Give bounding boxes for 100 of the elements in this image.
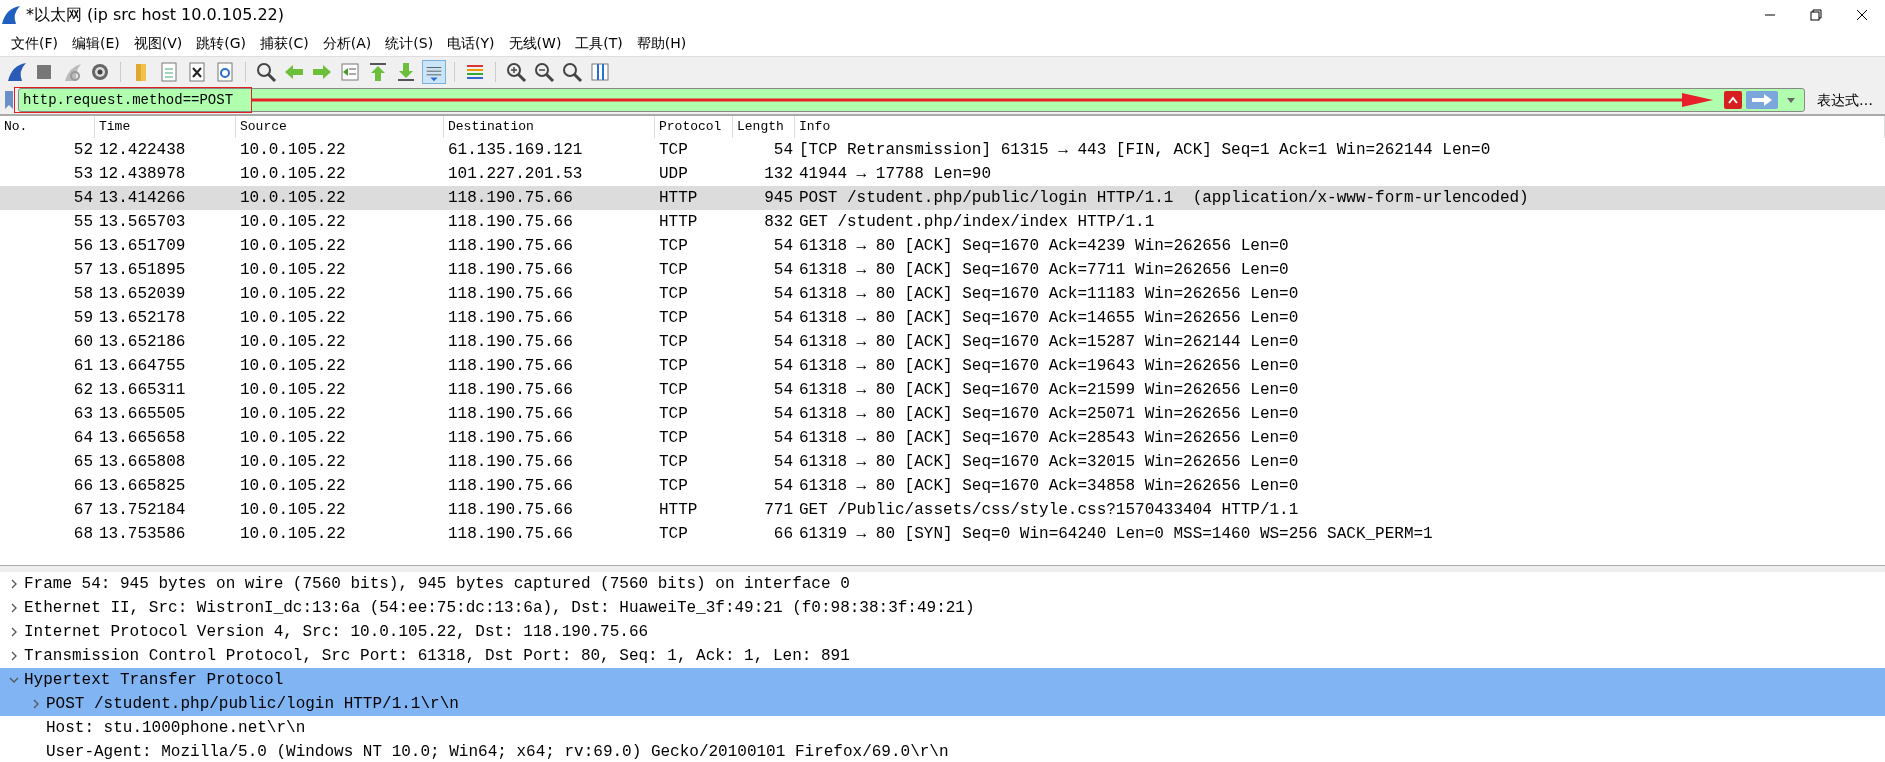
column-header[interactable]: Length	[733, 116, 795, 138]
shark-fin-icon	[0, 4, 22, 26]
packet-row[interactable]: 54 13.414266 10.0.105.22 118.190.75.66 HTTP 945 POST /student.php/public/login HTTP/1.1 (application/x-www-form-urlencoded)	[0, 186, 1885, 210]
table-cell: [TCP Retransmission] 61315 → 443 [FIN, ACK] Seq=1 Ack=1 Win=262144 Len=0	[799, 141, 1491, 159]
column-header[interactable]: Source	[236, 116, 444, 138]
table-cell: 101.227.201.53	[448, 165, 583, 183]
menu-item[interactable]: 统计(S)	[378, 32, 441, 54]
table-cell: TCP	[659, 285, 688, 303]
menu-item[interactable]: 帮助(H)	[629, 32, 694, 54]
packet-row[interactable]: 67 13.752184 10.0.105.22 118.190.75.66 HTTP 771 GET /Public/assets/css/style.css?1570433404 HTTP/1.1	[0, 498, 1885, 522]
tree-row[interactable]: Ethernet II, Src: WistronI_dc:13:6a (54:ee:75:dc:13:6a), Dst: HuaweiTe_3f:49:21 (f0:98:38:3f:49:21)	[0, 596, 1885, 620]
tree-row[interactable]: Transmission Control Protocol, Src Port: 61318, Dst Port: 80, Seq: 1, Ack: 1, Len: 891	[0, 644, 1885, 668]
table-cell: 13.565703	[99, 213, 186, 231]
filter-field[interactable]: http.request.method==POST	[18, 88, 1805, 112]
jump-icon[interactable]	[339, 60, 361, 83]
close-file-icon[interactable]	[186, 60, 208, 83]
table-cell: 54	[773, 405, 793, 423]
expand-icon[interactable]	[9, 651, 19, 661]
packet-row[interactable]: 63 13.665505 10.0.105.22 118.190.75.66 TCP 54 61318 → 80 [ACK] Seq=1670 Ack=25071 Win=262656 Len=0	[0, 402, 1885, 426]
packet-row[interactable]: 59 13.652178 10.0.105.22 118.190.75.66 TCP 54 61318 → 80 [ACK] Seq=1670 Ack=14655 Win=262656 Len=0	[0, 306, 1885, 330]
packet-row[interactable]: 60 13.652186 10.0.105.22 118.190.75.66 TCP 54 61318 → 80 [ACK] Seq=1670 Ack=15287 Win=262144 Len=0	[0, 330, 1885, 354]
expression-button[interactable]: 表达式…	[1809, 89, 1881, 111]
menu-item[interactable]: 分析(A)	[315, 32, 379, 54]
expand-icon[interactable]	[9, 627, 19, 637]
tree-row[interactable]: Hypertext Transfer Protocol	[0, 668, 1885, 692]
tree-label: Ethernet II, Src: WistronI_dc:13:6a (54:ee:75:dc:13:6a), Dst: HuaweiTe_3f:49:21 (f0:98:38:3f:49:21)	[24, 598, 975, 619]
tree-label: Host: stu.1000phone.net\r\n	[46, 718, 306, 739]
column-header[interactable]: No.	[0, 116, 95, 138]
packet-row[interactable]: 58 13.652039 10.0.105.22 118.190.75.66 TCP 54 61318 → 80 [ACK] Seq=1670 Ack=11183 Win=262656 Len=0	[0, 282, 1885, 306]
bookmark-icon[interactable]	[4, 90, 14, 110]
tree-row[interactable]: User-Agent: Mozilla/5.0 (Windows NT 10.0; Win64; x64; rv:69.0) Gecko/20100101 Firefox/69.0\r\n	[0, 740, 1885, 762]
tree-row[interactable]: Host: stu.1000phone.net\r\n	[0, 716, 1885, 740]
shark-fin-icon[interactable]	[5, 60, 27, 83]
close-icon[interactable]	[1855, 8, 1869, 22]
search-icon[interactable]	[255, 60, 277, 83]
packet-row[interactable]: 52 12.422438 10.0.105.22 61.135.169.121 TCP 54 [TCP Retransmission] 61315 → 443 [FIN, ACK] Seq=1 Ack=1 Win=262144 Len=0	[0, 138, 1885, 162]
packet-row[interactable]: 56 13.651709 10.0.105.22 118.190.75.66 TCP 54 61318 → 80 [ACK] Seq=1670 Ack=4239 Win=262656 Len=0	[0, 234, 1885, 258]
column-header[interactable]: Time	[95, 116, 236, 138]
menu-item[interactable]: 捕获(C)	[253, 32, 316, 54]
clear-icon[interactable]	[1724, 91, 1742, 109]
expand-icon[interactable]	[31, 699, 41, 709]
packet-row[interactable]: 68 13.753586 10.0.105.22 118.190.75.66 TCP 66 61319 → 80 [SYN] Seq=0 Win=64240 Len=0 MSS=1460 WS=256 SACK_PERM=1	[0, 522, 1885, 546]
table-cell: HTTP	[659, 213, 698, 231]
packet-row[interactable]: 62 13.665311 10.0.105.22 118.190.75.66 TCP 54 61318 → 80 [ACK] Seq=1670 Ack=21599 Win=262656 Len=0	[0, 378, 1885, 402]
packet-row[interactable]: 55 13.565703 10.0.105.22 118.190.75.66 HTTP 832 GET /student.php/index/index HTTP/1.1	[0, 210, 1885, 234]
table-cell: 54	[773, 453, 793, 471]
table-cell: 62	[73, 381, 93, 399]
menu-item[interactable]: 视图(V)	[126, 32, 190, 54]
table-cell: 61318 → 80 [ACK] Seq=1670 Ack=21599 Win=262656 Len=0	[799, 381, 1299, 399]
table-cell: 10.0.105.22	[240, 285, 346, 303]
expand-icon[interactable]	[9, 579, 19, 589]
tree-row[interactable]: POST /student.php/public/login HTTP/1.1\r\n	[0, 692, 1885, 716]
zoom-out-icon[interactable]	[533, 60, 555, 83]
table-cell: 58	[73, 285, 93, 303]
table-cell: 118.190.75.66	[448, 189, 573, 207]
collapse-icon[interactable]	[9, 675, 19, 685]
arrow-down-icon[interactable]	[395, 60, 417, 83]
table-cell: 54	[773, 381, 793, 399]
menu-item[interactable]: 无线(W)	[501, 32, 569, 54]
tree-row[interactable]: Frame 54: 945 bytes on wire (7560 bits), 945 bytes captured (7560 bits) on interface 0	[0, 572, 1885, 596]
table-cell: HTTP	[659, 189, 698, 207]
table-cell: 10.0.105.22	[240, 453, 346, 471]
table-cell: 118.190.75.66	[448, 261, 573, 279]
table-cell: 118.190.75.66	[448, 477, 573, 495]
table-cell: 10.0.105.22	[240, 501, 346, 519]
packet-row[interactable]: 64 13.665658 10.0.105.22 118.190.75.66 TCP 54 61318 → 80 [ACK] Seq=1670 Ack=28543 Win=262656 Len=0	[0, 426, 1885, 450]
zoom-in-icon[interactable]	[505, 60, 527, 83]
tree-label: POST /student.php/public/login HTTP/1.1\r\n	[46, 694, 459, 715]
table-cell: 10.0.105.22	[240, 405, 346, 423]
column-header[interactable]: Info	[795, 116, 1885, 138]
packet-row[interactable]: 61 13.664755 10.0.105.22 118.190.75.66 TCP 54 61318 → 80 [ACK] Seq=1670 Ack=19643 Win=262656 Len=0	[0, 354, 1885, 378]
restore-icon[interactable]	[1809, 8, 1823, 22]
expand-icon[interactable]	[9, 603, 19, 613]
zoom-reset-icon[interactable]	[561, 60, 583, 83]
table-cell: 118.190.75.66	[448, 357, 573, 375]
reload-icon[interactable]	[214, 60, 236, 83]
table-cell: TCP	[659, 405, 688, 423]
packet-row[interactable]: 57 13.651895 10.0.105.22 118.190.75.66 TCP 54 61318 → 80 [ACK] Seq=1670 Ack=7711 Win=262656 Len=0	[0, 258, 1885, 282]
table-cell: TCP	[659, 477, 688, 495]
tree-row[interactable]: Internet Protocol Version 4, Src: 10.0.105.22, Dst: 118.190.75.66	[0, 620, 1885, 644]
packet-row[interactable]: 66 13.665825 10.0.105.22 118.190.75.66 TCP 54 61318 → 80 [ACK] Seq=1670 Ack=34858 Win=262656 Len=0	[0, 474, 1885, 498]
column-header[interactable]: Destination	[444, 116, 655, 138]
menu-item[interactable]: 跳转(G)	[189, 32, 254, 54]
packet-row[interactable]: 65 13.665808 10.0.105.22 118.190.75.66 TCP 54 61318 → 80 [ACK] Seq=1670 Ack=32015 Win=262656 Len=0	[0, 450, 1885, 474]
tree-label: Internet Protocol Version 4, Src: 10.0.105.22, Dst: 118.190.75.66	[24, 622, 649, 643]
menu-item[interactable]: 工具(T)	[568, 32, 630, 54]
menu-item[interactable]: 电话(Y)	[440, 32, 502, 54]
table-cell: 13.665505	[99, 405, 186, 423]
table-cell: 10.0.105.22	[240, 357, 346, 375]
arrow-up-icon[interactable]	[367, 60, 389, 83]
table-cell: 118.190.75.66	[448, 237, 573, 255]
resize-columns-icon[interactable]	[589, 60, 611, 83]
menu-item[interactable]: 编辑(E)	[65, 32, 127, 54]
table-cell: GET /Public/assets/css/style.css?1570433404 HTTP/1.1	[799, 501, 1299, 519]
packet-row[interactable]: 53 12.438978 10.0.105.22 101.227.201.53 UDP 132 41944 → 17788 Len=90	[0, 162, 1885, 186]
column-header[interactable]: Protocol	[655, 116, 733, 138]
table-cell: 132	[764, 165, 793, 183]
menu-item[interactable]: 文件(F)	[4, 32, 65, 54]
table-cell: 118.190.75.66	[448, 525, 573, 543]
table-cell: 832	[764, 213, 793, 231]
